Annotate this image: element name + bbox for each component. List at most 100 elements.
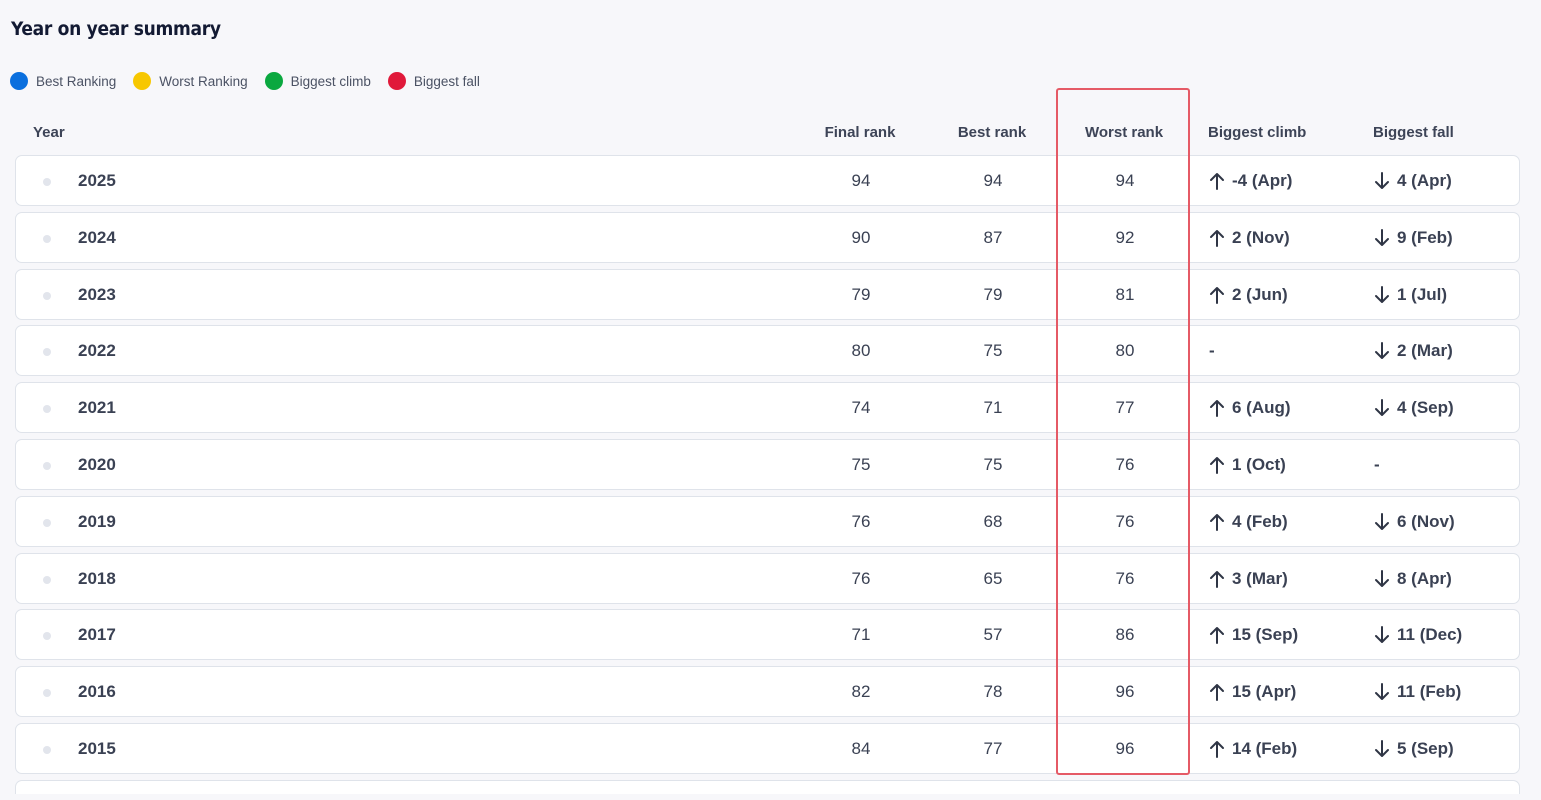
column-header-worst-rank[interactable]: Worst rank [1085, 124, 1163, 141]
biggest-fall-cell: 2 (Mar) [1374, 341, 1453, 361]
year-cell: 2021 [78, 398, 116, 418]
worst-rank-cell: 92 [1115, 227, 1135, 247]
worst-rank-cell: 76 [1115, 454, 1135, 474]
biggest-climb-cell: 2 (Nov) [1209, 228, 1290, 248]
biggest-climb-value: 14 (Feb) [1232, 738, 1298, 758]
year-cell: 2017 [78, 625, 116, 645]
arrow-down-icon [1374, 399, 1397, 417]
column-header-best-rank[interactable]: Best rank [958, 124, 1026, 141]
column-header-final-rank[interactable]: Final rank [825, 124, 896, 141]
year-cell: 2018 [78, 568, 116, 588]
biggest-fall-value: 8 (Apr) [1397, 568, 1452, 588]
biggest-fall-cell: 11 (Dec) [1374, 625, 1462, 645]
table-row[interactable]: 2016 82 78 96 15 (Apr) 11 (Feb) [15, 666, 1520, 718]
worst-rank-cell: 77 [1115, 398, 1135, 418]
column-header-biggest-fall[interactable]: Biggest fall [1373, 124, 1454, 141]
best-rank-cell: 79 [983, 284, 1003, 304]
arrow-down-icon [1374, 285, 1397, 304]
biggest-fall-value: 11 (Feb) [1397, 682, 1462, 702]
biggest-climb-cell: 4 (Feb) [1209, 512, 1288, 532]
table-row[interactable]: 2017 71 57 86 15 (Sep) 11 (Dec) [15, 609, 1520, 661]
final-rank-cell: 94 [851, 171, 871, 190]
biggest-climb-cell: 15 (Apr) [1209, 682, 1296, 702]
biggest-fall-value: 6 (Nov) [1397, 511, 1455, 531]
biggest-fall-cell: 4 (Apr) [1374, 171, 1452, 191]
biggest-climb-cell: 3 (Mar) [1209, 569, 1288, 589]
row-bullet-icon [43, 632, 51, 641]
page-title: Year on year summary [11, 18, 221, 40]
biggest-fall-cell: 5 (Sep) [1374, 739, 1454, 759]
table-row[interactable]: 2025 94 94 94 -4 (Apr) 4 (Apr) [15, 155, 1520, 206]
final-rank-cell: 74 [851, 398, 871, 418]
arrow-up-icon [1209, 456, 1232, 474]
biggest-climb-value: 3 (Mar) [1232, 568, 1288, 588]
year-cell: 2024 [78, 227, 116, 247]
worst-rank-cell: 86 [1115, 625, 1135, 645]
year-cell: 2025 [78, 171, 116, 190]
final-rank-cell: 82 [851, 682, 871, 702]
biggest-climb-value: 6 (Aug) [1232, 398, 1291, 418]
arrow-up-icon [1209, 229, 1232, 247]
arrow-up-icon [1209, 172, 1232, 190]
column-header-biggest-climb[interactable]: Biggest climb [1208, 124, 1306, 141]
year-cell: 2023 [78, 284, 116, 304]
arrow-down-icon [1374, 342, 1397, 360]
column-header-year[interactable]: Year [33, 124, 65, 141]
final-rank-cell: 90 [851, 227, 871, 247]
biggest-fall-value: - [1374, 454, 1380, 474]
year-cell: 2022 [78, 341, 116, 361]
final-rank-cell: 79 [851, 284, 871, 304]
best-rank-cell: 65 [983, 568, 1003, 588]
table-row[interactable]: 2019 76 68 76 4 (Feb) 6 (Nov) [15, 495, 1520, 547]
biggest-climb-value: 4 (Feb) [1232, 511, 1288, 531]
best-rank-cell: 94 [983, 171, 1003, 190]
table-row[interactable]: 2021 74 71 77 6 (Aug) 4 (Sep) [15, 382, 1520, 434]
biggest-climb-value: - [1209, 341, 1215, 361]
best-rank-cell: 78 [983, 682, 1003, 702]
arrow-up-icon [1209, 626, 1232, 645]
table-row[interactable]: 2022 80 75 80 - 2 (Mar) [15, 325, 1520, 377]
table-row[interactable]: 2018 76 65 76 3 (Mar) 8 (Apr) [15, 552, 1520, 604]
best-rank-cell: 68 [983, 511, 1003, 531]
final-rank-cell: 76 [851, 568, 871, 588]
final-rank-cell: 76 [851, 511, 871, 531]
worst-rank-cell: 76 [1115, 511, 1135, 531]
arrow-up-icon [1209, 570, 1232, 588]
worst-rank-cell: 96 [1115, 738, 1135, 758]
row-bullet-icon [43, 291, 51, 300]
arrow-down-icon [1374, 683, 1397, 701]
biggest-fall-value: 5 (Sep) [1397, 738, 1454, 758]
biggest-climb-cell: 14 (Feb) [1209, 739, 1297, 759]
biggest-climb-value: 2 (Jun) [1232, 284, 1288, 304]
biggest-climb-value: 2 (Nov) [1232, 227, 1290, 247]
year-cell: 2016 [78, 682, 116, 702]
table-row[interactable]: 2023 79 79 81 2 (Jun) 1 (Jul) [15, 268, 1520, 320]
arrow-up-icon [1209, 399, 1232, 418]
biggest-fall-cell: 6 (Nov) [1374, 512, 1455, 532]
table-row-partial[interactable] [15, 779, 1520, 794]
legend: Best Ranking Worst Ranking Biggest climb… [10, 72, 497, 90]
arrow-up-icon [1209, 683, 1232, 702]
best-rank-cell: 71 [983, 398, 1003, 418]
best-rank-cell: 77 [983, 738, 1003, 758]
biggest-fall-cell: 8 (Apr) [1374, 569, 1452, 589]
table-row[interactable]: 2015 84 77 96 14 (Feb) 5 (Sep) [15, 722, 1520, 774]
worst-rank-cell: 80 [1115, 341, 1135, 361]
biggest-fall-value: 1 (Jul) [1397, 284, 1448, 304]
legend-dot-biggest-fall [387, 72, 406, 90]
legend-item-worst-ranking: Worst Ranking [133, 72, 248, 90]
row-bullet-icon [43, 461, 51, 470]
arrow-down-icon [1374, 626, 1397, 644]
table-row[interactable]: 2020 75 75 76 1 (Oct) - [15, 438, 1520, 490]
arrow-up-icon [1209, 513, 1232, 531]
worst-rank-cell: 96 [1115, 682, 1135, 702]
biggest-climb-cell: 15 (Sep) [1209, 625, 1298, 645]
table-row[interactable]: 2024 90 87 92 2 (Nov) 9 (Feb) [15, 211, 1520, 263]
row-bullet-icon [43, 689, 51, 698]
biggest-climb-cell: 1 (Oct) [1209, 455, 1286, 475]
arrow-down-icon [1374, 172, 1397, 190]
final-rank-cell: 75 [851, 454, 871, 474]
legend-label: Worst Ranking [159, 73, 248, 89]
arrow-up-icon [1209, 286, 1232, 304]
legend-item-biggest-climb: Biggest climb [264, 72, 371, 90]
